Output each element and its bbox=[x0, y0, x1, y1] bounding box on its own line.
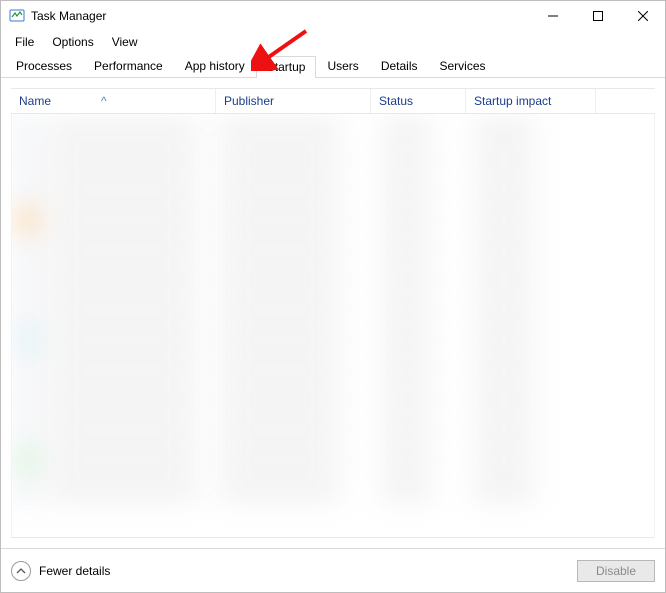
title-left: Task Manager bbox=[9, 8, 106, 24]
menu-options[interactable]: Options bbox=[44, 33, 101, 51]
chevron-up-icon bbox=[11, 561, 31, 581]
window-title: Task Manager bbox=[31, 9, 106, 23]
tabs: Processes Performance App history Startu… bbox=[1, 55, 665, 78]
column-startup-impact[interactable]: Startup impact bbox=[466, 89, 596, 113]
column-name-label: Name bbox=[19, 94, 51, 108]
sort-indicator-icon: ^ bbox=[101, 94, 107, 108]
close-button[interactable] bbox=[620, 1, 665, 31]
column-status-label: Status bbox=[379, 94, 413, 108]
tab-processes[interactable]: Processes bbox=[5, 55, 83, 77]
minimize-button[interactable] bbox=[530, 1, 575, 31]
startup-list[interactable] bbox=[11, 114, 655, 538]
column-name[interactable]: Name ^ bbox=[11, 89, 216, 113]
fewer-details-button[interactable]: Fewer details bbox=[11, 561, 110, 581]
disable-button-label: Disable bbox=[596, 564, 636, 578]
blurred-content bbox=[12, 114, 654, 537]
column-publisher[interactable]: Publisher bbox=[216, 89, 371, 113]
tab-services[interactable]: Services bbox=[429, 55, 497, 77]
fewer-details-label: Fewer details bbox=[39, 564, 110, 578]
menu-file[interactable]: File bbox=[7, 33, 42, 51]
tab-users[interactable]: Users bbox=[316, 55, 369, 77]
footer: Fewer details Disable bbox=[1, 548, 665, 592]
menu-view[interactable]: View bbox=[104, 33, 146, 51]
titlebar: Task Manager bbox=[1, 1, 665, 31]
tab-performance[interactable]: Performance bbox=[83, 55, 174, 77]
column-publisher-label: Publisher bbox=[224, 94, 274, 108]
maximize-button[interactable] bbox=[575, 1, 620, 31]
column-headers: Name ^ Publisher Status Startup impact bbox=[11, 88, 655, 114]
column-status[interactable]: Status bbox=[371, 89, 466, 113]
tab-app-history[interactable]: App history bbox=[174, 55, 256, 77]
tab-details[interactable]: Details bbox=[370, 55, 429, 77]
window-controls bbox=[530, 1, 665, 31]
task-manager-icon bbox=[9, 8, 25, 24]
menubar: File Options View bbox=[1, 31, 665, 55]
disable-button[interactable]: Disable bbox=[577, 560, 655, 582]
tab-startup[interactable]: Startup bbox=[256, 56, 317, 78]
column-impact-label: Startup impact bbox=[474, 94, 551, 108]
